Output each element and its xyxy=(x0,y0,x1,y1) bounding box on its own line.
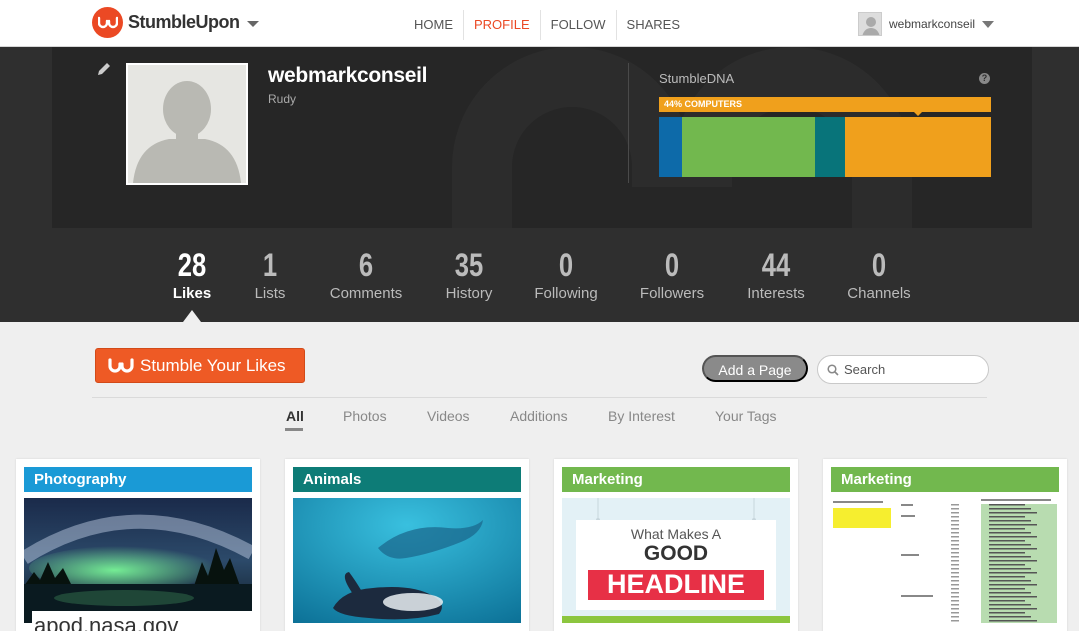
card-title[interactable]: apod.nasa.gov xyxy=(32,611,252,631)
stat-comments[interactable]: 6 Comments xyxy=(330,247,403,302)
card-category-tag[interactable]: Marketing xyxy=(562,467,790,492)
stat-interests[interactable]: 44 Interests xyxy=(747,247,805,302)
dna-segment[interactable] xyxy=(815,117,845,177)
stat-followers[interactable]: 0 Followers xyxy=(640,247,704,302)
profile-username: webmarkconseil xyxy=(268,64,428,87)
header-divider xyxy=(628,63,629,183)
stat-channels-count: 0 xyxy=(871,247,887,283)
top-bar: StumbleUpon HOME PROFILE FOLLOW SHARES w… xyxy=(0,0,1079,47)
dna-segment[interactable] xyxy=(844,117,991,177)
search-input[interactable] xyxy=(844,362,974,377)
nav-shares[interactable]: SHARES xyxy=(615,10,690,40)
stumble-your-likes-button[interactable]: Stumble Your Likes xyxy=(95,348,305,383)
like-card[interactable]: Marketing What Makes A GOOD HEADLINE xyxy=(554,459,798,631)
tab-all[interactable]: All xyxy=(286,408,304,424)
stat-lists[interactable]: 1 Lists xyxy=(255,247,286,302)
stumble-dna-bar xyxy=(659,117,991,177)
card-category-tag[interactable]: Marketing xyxy=(831,467,1059,492)
stat-likes-count: 28 xyxy=(177,247,207,283)
card-category-tag[interactable]: Animals xyxy=(293,467,521,492)
headline-line-1: What Makes A xyxy=(630,526,722,542)
dna-top-interest-label: 44% COMPUTERS xyxy=(659,97,991,112)
stumble-your-likes-label: Stumble Your Likes xyxy=(140,355,286,375)
stat-likes[interactable]: 28 Likes xyxy=(173,247,211,302)
tab-additions[interactable]: Additions xyxy=(510,408,568,424)
add-a-page-button[interactable]: Add a Page xyxy=(702,355,808,382)
user-menu[interactable]: webmarkconseil xyxy=(858,12,995,36)
chevron-down-icon[interactable] xyxy=(246,21,259,27)
chevron-down-icon[interactable] xyxy=(982,20,995,28)
tab-photos[interactable]: Photos xyxy=(343,408,387,424)
active-tab-underline xyxy=(285,428,303,431)
tab-your-tags[interactable]: Your Tags xyxy=(715,408,777,424)
profile-real-name: Rudy xyxy=(268,92,297,106)
card-image-underwater-seal[interactable] xyxy=(293,498,521,623)
stat-likes-label: Likes xyxy=(172,285,212,302)
active-stat-pointer xyxy=(183,310,201,322)
search-icon xyxy=(827,363,839,376)
nav-home[interactable]: HOME xyxy=(404,10,463,40)
stumbleupon-logo[interactable]: StumbleUpon xyxy=(92,7,259,38)
dna-segment[interactable] xyxy=(659,117,683,177)
search-box xyxy=(817,355,989,384)
content-filter-tabs: All Photos Videos Additions By Interest … xyxy=(0,408,1079,433)
brand-name: StumbleUpon xyxy=(128,12,240,32)
toolbar-divider xyxy=(92,397,987,398)
help-icon[interactable]: ? xyxy=(979,73,990,84)
headline-line-2: GOOD xyxy=(643,542,709,565)
stat-lists-label: Lists xyxy=(254,285,286,302)
stat-following-label: Following xyxy=(534,285,598,302)
stat-comments-count: 6 xyxy=(358,247,374,283)
dna-label-pointer xyxy=(914,112,922,116)
card-image-headline-graphic[interactable]: What Makes A GOOD HEADLINE xyxy=(562,498,790,623)
user-avatar xyxy=(858,12,882,36)
card-category-tag[interactable]: Photography xyxy=(24,467,252,492)
stat-comments-label: Comments xyxy=(329,285,403,302)
stumble-dna-title: StumbleDNA xyxy=(659,71,735,86)
stumbleupon-logo-icon xyxy=(92,7,123,38)
stat-following-count: 0 xyxy=(558,247,574,283)
profile-stats: 28 Likes 1 Lists 6 Comments 35 History 0… xyxy=(0,247,1079,322)
dna-segment[interactable] xyxy=(682,117,816,177)
tab-videos[interactable]: Videos xyxy=(427,408,470,424)
nav-profile[interactable]: PROFILE xyxy=(463,10,540,40)
user-name: webmarkconseil xyxy=(889,17,976,31)
like-card[interactable]: Photography apod.nasa.gov xyxy=(16,459,260,631)
stat-interests-count: 44 xyxy=(761,247,791,283)
like-card[interactable]: Animals xyxy=(285,459,529,631)
stat-followers-label: Followers xyxy=(639,285,705,302)
card-image-night-sky-aurora[interactable] xyxy=(24,498,252,623)
profile-avatar xyxy=(126,63,248,185)
edit-pencil-icon[interactable] xyxy=(96,61,112,77)
stat-followers-count: 0 xyxy=(664,247,680,283)
stat-history-label: History xyxy=(445,285,493,302)
main-nav: HOME PROFILE FOLLOW SHARES xyxy=(404,10,690,40)
stat-lists-count: 1 xyxy=(262,247,278,283)
stat-channels[interactable]: 0 Channels xyxy=(847,247,910,302)
card-image-spreadsheet[interactable] xyxy=(831,498,1059,623)
stat-history[interactable]: 35 History xyxy=(446,247,493,302)
stat-following[interactable]: 0 Following xyxy=(534,247,597,302)
stat-history-count: 35 xyxy=(454,247,484,283)
stumbleupon-icon xyxy=(108,357,134,373)
headline-line-3: HEADLINE xyxy=(606,569,745,599)
stat-channels-label: Channels xyxy=(847,285,911,302)
tab-by-interest[interactable]: By Interest xyxy=(608,408,675,424)
like-card[interactable]: Marketing xyxy=(823,459,1067,631)
nav-follow[interactable]: FOLLOW xyxy=(539,10,616,40)
stat-interests-label: Interests xyxy=(747,285,805,302)
